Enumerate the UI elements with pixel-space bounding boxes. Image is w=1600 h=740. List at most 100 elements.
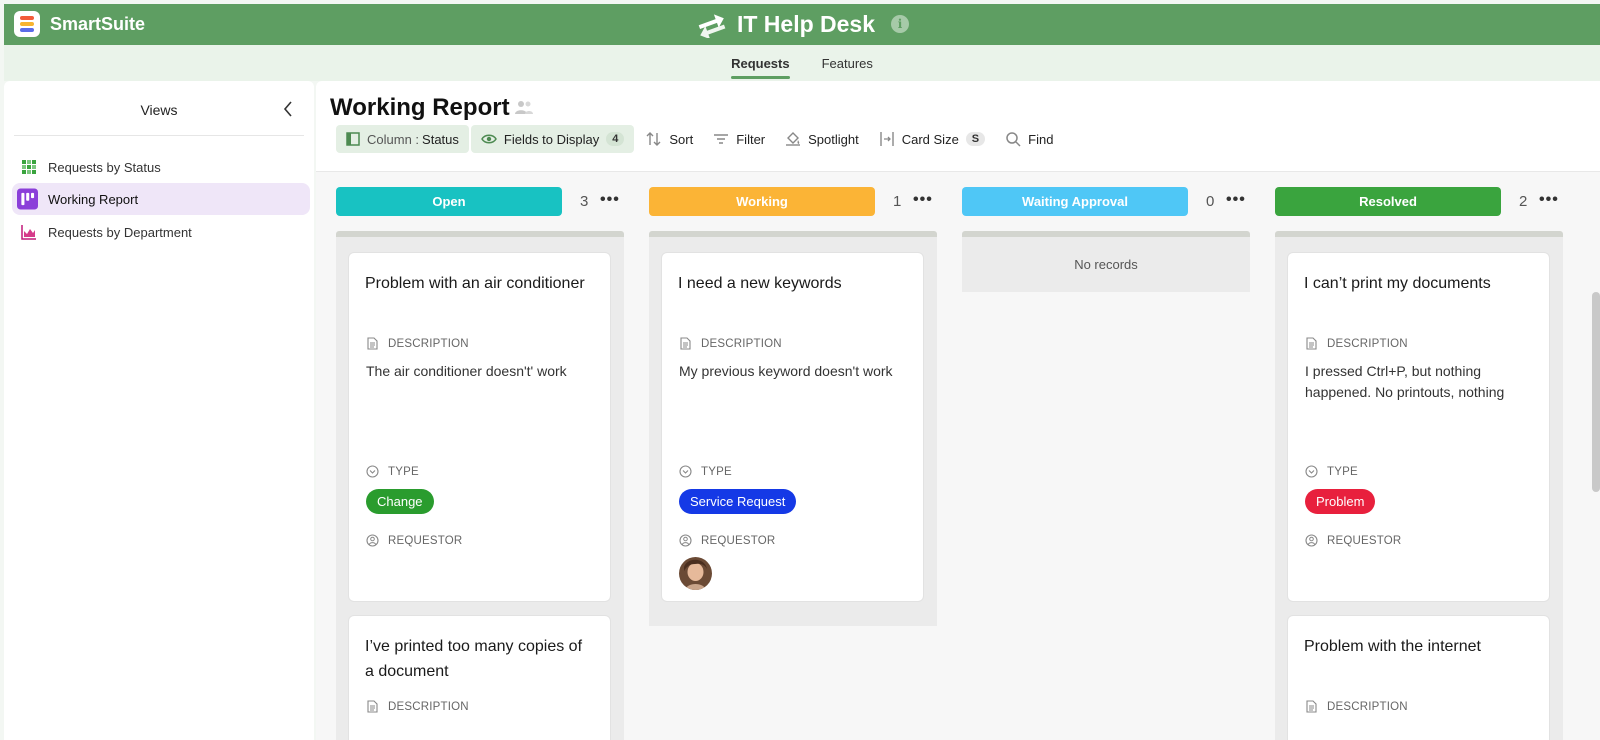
document-icon: [367, 337, 378, 350]
user-circle-icon: [679, 534, 692, 547]
column-label-resolved[interactable]: Resolved: [1275, 187, 1501, 216]
record-card[interactable]: I’ve printed too many copies of a docume…: [348, 615, 611, 740]
document-icon: [680, 337, 691, 350]
description-field-label: DESCRIPTION: [366, 700, 469, 713]
type-field-label: TYPE: [679, 465, 732, 478]
column-count: 3: [580, 193, 589, 210]
document-icon: [1306, 337, 1317, 350]
requestor-field-label: REQUESTOR: [366, 534, 462, 547]
tab-features[interactable]: Features: [822, 45, 873, 81]
views-title: Views: [140, 102, 178, 118]
column-count: 1: [893, 193, 902, 210]
requestor-field-label: REQUESTOR: [1305, 534, 1401, 547]
sidebar-item-label: Working Report: [48, 191, 139, 207]
column-body: I can’t print my documents DESCRIPTION I…: [1275, 231, 1563, 740]
card-size-icon: [880, 132, 894, 146]
requestor-field-label: REQUESTOR: [679, 534, 775, 547]
tab-requests[interactable]: Requests: [731, 45, 790, 81]
sidebar-item-requests-by-department[interactable]: Requests by Department: [12, 216, 310, 248]
card-size-badge: S: [965, 132, 986, 146]
chevron-left-icon[interactable]: [281, 99, 295, 119]
type-tag: Problem: [1305, 489, 1376, 514]
kanban-board: Open 3 ••• Problem with an air condition…: [316, 171, 1600, 740]
more-options-icon[interactable]: •••: [600, 191, 620, 209]
user-circle-icon: [366, 534, 379, 547]
column-header: Waiting Approval 0 •••: [962, 187, 1252, 217]
description-value: My previous keyword doesn't work: [679, 363, 893, 379]
avatar[interactable]: [679, 557, 712, 590]
find-label: Find: [1028, 131, 1054, 147]
column-count: 0: [1206, 193, 1215, 210]
column-label-working[interactable]: Working: [649, 187, 875, 216]
more-options-icon[interactable]: •••: [1539, 191, 1559, 209]
record-card[interactable]: Problem with the internet DESCRIPTION: [1287, 615, 1550, 740]
user-circle-icon: [1305, 534, 1318, 547]
filter-icon: [714, 134, 729, 144]
card-size-button[interactable]: Card Size S: [869, 125, 995, 153]
sidebar-item-label: Requests by Status: [48, 159, 161, 175]
fields-count-badge: 4: [606, 132, 625, 146]
views-sidebar: Views Requests by Status Working Report …: [4, 81, 314, 740]
fields-to-display-button[interactable]: Fields to Display 4: [470, 125, 635, 153]
more-options-icon[interactable]: •••: [913, 191, 933, 209]
chevron-circle-icon: [366, 465, 379, 478]
type-tag: Change: [366, 489, 434, 514]
card-size-label: Card Size: [901, 131, 959, 147]
record-card[interactable]: I need a new keywords DESCRIPTION My pre…: [661, 252, 924, 602]
description-field-label: DESCRIPTION: [1305, 337, 1408, 350]
column-value: Status: [422, 131, 459, 147]
search-icon: [1006, 132, 1021, 147]
column-body: I need a new keywords DESCRIPTION My pre…: [649, 231, 937, 626]
toolbar: Column : Status Fields to Display 4 Sort: [336, 125, 1063, 153]
more-options-icon[interactable]: •••: [1226, 191, 1246, 209]
sidebar-divider: [14, 135, 304, 136]
people-icon[interactable]: [514, 99, 534, 115]
grid-icon: [20, 158, 38, 176]
column-label-open[interactable]: Open: [336, 187, 562, 216]
card-title: I can’t print my documents: [1304, 275, 1491, 292]
top-bar: SmartSuite IT Help Desk i: [4, 4, 1600, 45]
column-selector-button[interactable]: Column : Status: [336, 125, 469, 153]
card-title: I’ve printed too many copies of a docume…: [365, 638, 583, 680]
spotlight-button[interactable]: Spotlight: [775, 125, 869, 153]
no-records-text: No records: [1074, 257, 1138, 272]
filter-button[interactable]: Filter: [703, 125, 775, 153]
chart-icon: [20, 223, 38, 241]
info-icon[interactable]: i: [891, 15, 910, 33]
document-icon: [1306, 700, 1317, 713]
column-header: Resolved 2 •••: [1275, 187, 1565, 217]
record-card[interactable]: Problem with an air conditioner DESCRIPT…: [348, 252, 611, 602]
kanban-icon: [17, 188, 38, 210]
sidebar-item-working-report[interactable]: Working Report: [12, 183, 310, 215]
column-label-waiting-approval[interactable]: Waiting Approval: [962, 187, 1188, 216]
description-field-label: DESCRIPTION: [679, 337, 782, 350]
card-title: Problem with the internet: [1304, 638, 1481, 655]
type-field-label: TYPE: [1305, 465, 1358, 478]
column-body: Problem with an air conditioner DESCRIPT…: [336, 231, 624, 740]
sidebar-item-requests-by-status[interactable]: Requests by Status: [12, 151, 310, 183]
description-value: I pressed Ctrl+P, but nothing happened. …: [1305, 363, 1505, 400]
spotlight-label: Spotlight: [808, 131, 859, 147]
card-title: Problem with an air conditioner: [365, 275, 585, 292]
card-title: I need a new keywords: [678, 275, 842, 292]
chevron-circle-icon: [679, 465, 692, 478]
board-scrollbar[interactable]: [1592, 292, 1600, 492]
filter-label: Filter: [736, 131, 766, 147]
record-card[interactable]: I can’t print my documents DESCRIPTION I…: [1287, 252, 1550, 602]
description-field-label: DESCRIPTION: [366, 337, 469, 350]
app-title-group: IT Help Desk i: [4, 10, 1600, 38]
find-button[interactable]: Find: [995, 125, 1063, 153]
columns-icon: [346, 132, 360, 146]
document-icon: [367, 700, 378, 713]
sort-label: Sort: [669, 131, 694, 147]
fields-label: Fields to Display: [503, 131, 600, 147]
page-title: Working Report: [330, 94, 510, 121]
column-open: Open 3 ••• Problem with an air condition…: [336, 172, 626, 740]
column-header: Working 1 •••: [649, 187, 939, 217]
description-value: The air conditioner doesn't' work: [366, 363, 567, 379]
paint-bucket-icon: [786, 132, 801, 146]
sidebar-item-label: Requests by Department: [48, 224, 192, 240]
app-title: IT Help Desk: [736, 10, 876, 37]
sort-button[interactable]: Sort: [636, 125, 703, 153]
app: SmartSuite IT Help Desk i Requests Featu…: [0, 0, 1600, 740]
